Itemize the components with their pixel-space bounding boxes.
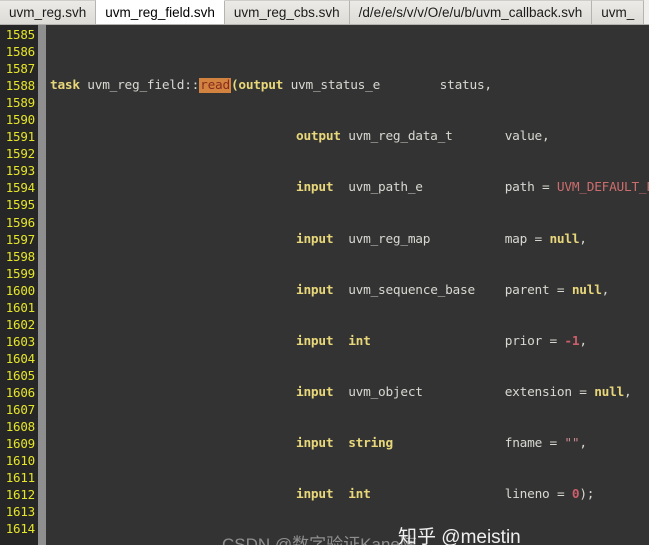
code-line-1586: output uvm_reg_data_t value, (296, 129, 550, 145)
line-number: 1587 (5, 61, 36, 77)
line-number: 1601 (5, 299, 36, 315)
line-number: 1608 (5, 419, 36, 435)
line-number-gutter: 1585 1586 1587 1588 1589 1590 1591 1592 1593 1594… (0, 25, 38, 545)
line-number: 1585 (5, 27, 36, 42)
line-number: 1607 (5, 402, 36, 418)
highlighted-token-read-open: read (199, 78, 231, 94)
line-number: 1590 (5, 112, 36, 128)
line-number: 1589 (5, 95, 36, 111)
line-number: 1614 (5, 521, 36, 537)
line-number: 1602 (5, 316, 36, 332)
tab-uvm-reg-cbs-svh[interactable]: uvm_reg_cbs.svh (224, 0, 350, 24)
code-text-area[interactable]: task uvm_reg_field::read(output uvm_stat… (46, 25, 649, 545)
line-number: 1612 (5, 487, 36, 503)
line-number: 1613 (5, 504, 36, 520)
code-line-1592: input string fname = "", (296, 436, 587, 452)
line-number: 1610 (5, 453, 36, 469)
line-number: 1605 (5, 367, 36, 383)
tab-uvm-reg-svh[interactable]: uvm_reg.svh (0, 0, 97, 24)
editor-tab-bar: uvm_reg.svh uvm_reg_field.svh uvm_reg_cb… (0, 0, 649, 25)
line-number: 1600 (5, 282, 36, 298)
line-number: 1588 (5, 78, 36, 94)
code-line-1591: input uvm_object extension = null, (296, 384, 632, 400)
code-editor[interactable]: 1585 1586 1587 1588 1589 1590 1591 1592 1593 1594… (0, 25, 649, 545)
line-number: 1596 (5, 214, 36, 230)
line-number: 1593 (5, 163, 36, 179)
code-line-1589: input uvm_sequence_base parent = null, (296, 282, 610, 298)
line-number: 1606 (5, 384, 36, 400)
line-number: 1595 (5, 197, 36, 213)
code-line-1590: input int prior = -1, (296, 333, 587, 349)
tab-uvm-truncated[interactable]: uvm_ (592, 0, 645, 24)
line-number: 1611 (5, 470, 36, 486)
code-line-1593: input int lineno = 0); (296, 487, 595, 503)
line-number: 1597 (5, 231, 36, 247)
line-number: 1586 (5, 44, 36, 60)
code-line-1587: input uvm_path_e path = UVM_DEFAULT_PATH… (296, 180, 649, 196)
tab-uvm-reg-field-svh[interactable]: uvm_reg_field.svh (96, 0, 225, 24)
code-line-1588: input uvm_reg_map map = null, (296, 231, 587, 247)
line-number: 1594 (5, 180, 36, 196)
change-marker-bar (38, 25, 46, 545)
line-number: 1599 (5, 265, 36, 281)
line-number: 1604 (5, 350, 36, 366)
line-number: 1603 (5, 333, 36, 349)
line-number: 1609 (5, 436, 36, 452)
line-number: 1591 (5, 129, 36, 145)
line-number: 1598 (5, 248, 36, 264)
tab-uvm-callback-svh[interactable]: /d/e/e/s/v/v/O/e/u/b/uvm_callback.svh (349, 0, 593, 24)
code-line-1585: task uvm_reg_field::read(output uvm_stat… (50, 78, 492, 94)
line-number: 1592 (5, 146, 36, 162)
